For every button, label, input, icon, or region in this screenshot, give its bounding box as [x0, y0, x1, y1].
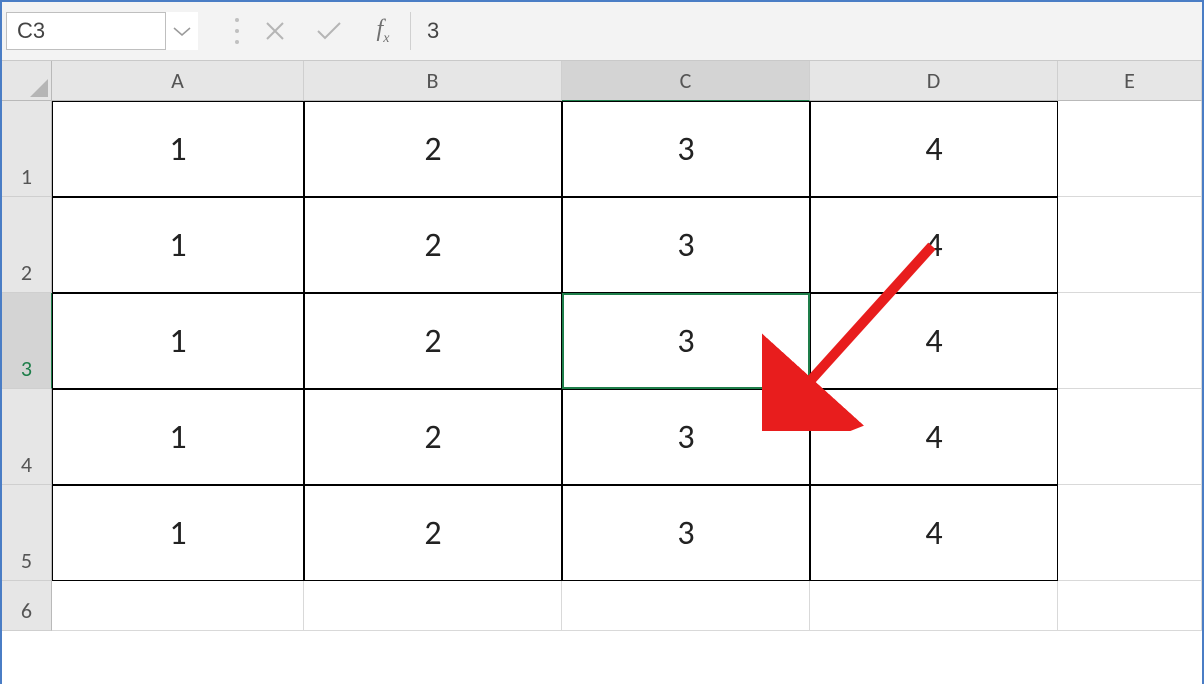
row-header-5[interactable]: 5 — [2, 485, 52, 581]
row-header-2[interactable]: 2 — [2, 197, 52, 293]
cell-A1[interactable]: 1 — [52, 101, 304, 197]
cell-E3[interactable] — [1058, 293, 1202, 389]
select-all-icon — [30, 79, 48, 97]
row-header-1[interactable]: 1 — [2, 101, 52, 197]
formula-bar-separator — [226, 18, 248, 44]
check-icon — [315, 20, 343, 42]
column-headers: ABCDE — [52, 61, 1202, 101]
cell-B1[interactable]: 2 — [304, 101, 562, 197]
select-all-corner[interactable] — [2, 61, 52, 101]
chevron-down-icon — [173, 25, 191, 37]
cell-C6[interactable] — [562, 581, 810, 631]
column-header-D[interactable]: D — [810, 61, 1058, 101]
cell-A5[interactable]: 1 — [52, 485, 304, 581]
cell-B4[interactable]: 2 — [304, 389, 562, 485]
cell-E1[interactable] — [1058, 101, 1202, 197]
row-header-3[interactable]: 3 — [2, 293, 52, 389]
cell-D2[interactable]: 4 — [810, 197, 1058, 293]
cell-A6[interactable] — [52, 581, 304, 631]
column-header-A[interactable]: A — [52, 61, 304, 101]
cell-C5[interactable]: 3 — [562, 485, 810, 581]
cell-B5[interactable]: 2 — [304, 485, 562, 581]
cell-A4[interactable]: 1 — [52, 389, 304, 485]
name-box-input[interactable] — [6, 12, 166, 50]
cell-D3[interactable]: 4 — [810, 293, 1058, 389]
cell-B6[interactable] — [304, 581, 562, 631]
spreadsheet: ABCDE 123456 12341234123412341234 — [2, 61, 1202, 684]
cell-E5[interactable] — [1058, 485, 1202, 581]
name-box-wrap — [6, 12, 198, 50]
cell-C1[interactable]: 3 — [562, 101, 810, 197]
cell-C2[interactable]: 3 — [562, 197, 810, 293]
row-header-6[interactable]: 6 — [2, 581, 52, 631]
cell-D6[interactable] — [810, 581, 1058, 631]
fx-icon: fx — [377, 16, 390, 47]
cell-A2[interactable]: 1 — [52, 197, 304, 293]
cell-C3[interactable]: 3 — [562, 293, 810, 389]
cell-D5[interactable]: 4 — [810, 485, 1058, 581]
name-box-dropdown[interactable] — [166, 12, 198, 50]
cells-grid: 12341234123412341234 — [52, 101, 1202, 631]
row-headers: 123456 — [2, 101, 52, 631]
cell-A3[interactable]: 1 — [52, 293, 304, 389]
cell-B3[interactable]: 2 — [304, 293, 562, 389]
formula-bar: fx — [2, 2, 1202, 61]
row-header-4[interactable]: 4 — [2, 389, 52, 485]
cancel-button[interactable] — [248, 12, 302, 50]
cell-E2[interactable] — [1058, 197, 1202, 293]
confirm-button[interactable] — [302, 12, 356, 50]
cell-B2[interactable]: 2 — [304, 197, 562, 293]
formula-input[interactable] — [425, 17, 1194, 45]
x-icon — [264, 20, 286, 42]
column-header-E[interactable]: E — [1058, 61, 1202, 101]
insert-function-button[interactable]: fx — [356, 12, 410, 50]
cell-C4[interactable]: 3 — [562, 389, 810, 485]
cell-E6[interactable] — [1058, 581, 1202, 631]
column-header-C[interactable]: C — [562, 61, 810, 101]
cell-D4[interactable]: 4 — [810, 389, 1058, 485]
cell-E4[interactable] — [1058, 389, 1202, 485]
formula-input-wrap — [410, 12, 1194, 50]
column-header-B[interactable]: B — [304, 61, 562, 101]
cell-D1[interactable]: 4 — [810, 101, 1058, 197]
